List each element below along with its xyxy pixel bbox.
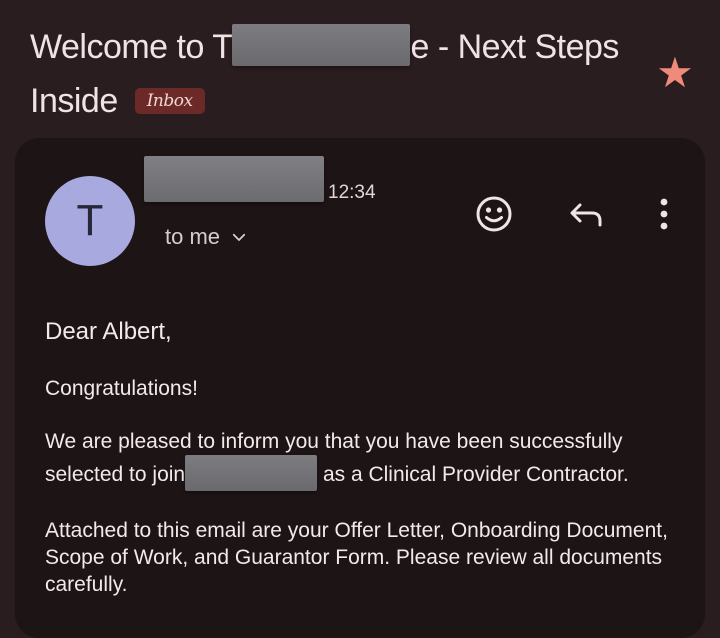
attachments-paragraph: Attached to this email are your Offer Le… bbox=[45, 519, 668, 596]
greeting: Dear Albert, bbox=[45, 318, 172, 345]
smiley-icon bbox=[476, 196, 512, 232]
chevron-down-icon bbox=[232, 233, 246, 241]
selection-text-end: as a Clinical Provider Contractor. bbox=[322, 463, 629, 486]
recipient-toggle[interactable]: to me bbox=[165, 224, 248, 250]
more-vert-icon bbox=[660, 198, 668, 230]
emoji-reaction-button[interactable] bbox=[472, 192, 516, 236]
avatar[interactable]: T bbox=[45, 176, 135, 266]
reply-button[interactable] bbox=[564, 192, 608, 236]
inbox-label-chip[interactable]: Inbox bbox=[134, 88, 205, 114]
reply-icon bbox=[570, 203, 602, 227]
sender-name-redacted bbox=[144, 156, 324, 202]
more-options-button[interactable] bbox=[642, 192, 686, 236]
congratulations-line: Congratulations! bbox=[45, 377, 198, 400]
email-subject: Welcome to Te - Next Steps Inside Inbox bbox=[30, 20, 630, 128]
redacted-block bbox=[232, 24, 411, 66]
subject-text-start: Welcome to T bbox=[30, 28, 233, 66]
message-time: 12:34 bbox=[328, 182, 376, 203]
star-icon[interactable]: ★ bbox=[652, 50, 698, 96]
message-body: Dear Albert, Congratulations! We are ple… bbox=[45, 318, 685, 624]
redacted-block bbox=[185, 455, 318, 491]
recipient-label: to me bbox=[165, 224, 221, 249]
selection-paragraph: We are pleased to inform you that you ha… bbox=[45, 428, 685, 491]
